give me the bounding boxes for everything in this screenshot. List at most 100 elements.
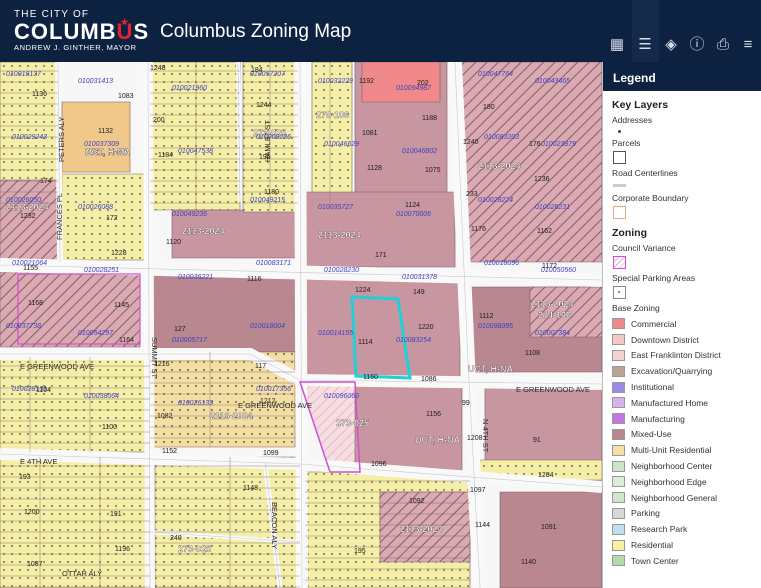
address-number-label: 1180 bbox=[264, 189, 279, 196]
parcel-id-label: 010026088 bbox=[78, 204, 113, 211]
info-icon[interactable]: ⓘ bbox=[686, 36, 708, 54]
address-number-label: 1204 bbox=[538, 472, 554, 479]
map-canvas[interactable]: PETERS ALYFRANCES PLHAMLET STSUMMIT STE … bbox=[0, 62, 602, 588]
layers-icon[interactable]: ◈ bbox=[660, 36, 682, 54]
zone-label: East Franklinton District bbox=[631, 350, 721, 361]
address-number-label: 1128 bbox=[367, 165, 382, 172]
address-number-label: 1112 bbox=[479, 313, 494, 320]
parcel-id-label: 010014155 bbox=[318, 330, 353, 337]
address-number-label: 1120 bbox=[166, 239, 181, 246]
address-number-label: 176 bbox=[529, 141, 541, 148]
address-number-label: 1097 bbox=[470, 487, 486, 494]
base-zoning-item[interactable]: Multi-Unit Residential bbox=[612, 442, 761, 458]
address-number-label: 1176 bbox=[471, 226, 486, 233]
base-zoning-item[interactable]: Manufactured Home bbox=[612, 395, 761, 411]
key-layer-label: Corporate Boundary bbox=[612, 193, 689, 203]
base-zoning-item[interactable]: Neighborhood General bbox=[612, 490, 761, 506]
parcel-id-label: 010007384 bbox=[535, 330, 570, 337]
legend-panel: Legend Key Layers Addresses Parcels Road C… bbox=[602, 62, 761, 588]
street-label: OTTAR ALY bbox=[62, 569, 102, 578]
zone-label: 2113-2024 bbox=[531, 299, 574, 309]
address-number-label: 1086 bbox=[421, 376, 437, 383]
address-number-label: 1220 bbox=[418, 324, 434, 331]
base-zoning-item[interactable]: Residential bbox=[612, 537, 761, 553]
parcel-id-label: 010054297 bbox=[78, 330, 114, 337]
base-zoning-item[interactable]: Mixed-Use bbox=[612, 427, 761, 443]
parcel-id-label: 010018137 bbox=[6, 71, 42, 78]
base-zoning-item[interactable]: Downtown District bbox=[612, 332, 761, 348]
council-symbol bbox=[613, 256, 626, 269]
zone-label: Parking bbox=[631, 508, 660, 519]
zone-label: Research Park bbox=[631, 524, 688, 535]
address-number-label: 1244 bbox=[256, 102, 272, 109]
base-zoning-item[interactable]: Parking bbox=[612, 506, 761, 522]
zoning-map[interactable]: PETERS ALY FRANCES PL HAMLET ST SUMMIT ST E … bbox=[0, 62, 602, 588]
logo-star-icon: ★ bbox=[120, 17, 130, 27]
parcel-id-label: 010028231 bbox=[535, 204, 570, 211]
parcel-id-label: 010028230 bbox=[324, 267, 359, 274]
base-zoning-item[interactable]: East Franklinton District bbox=[612, 348, 761, 364]
parcel-id-label: 010009236 bbox=[256, 134, 291, 141]
base-zoning-item[interactable]: Neighborhood Edge bbox=[612, 474, 761, 490]
zone-label: Multi-Unit Residential bbox=[631, 445, 712, 456]
zoning-block bbox=[354, 383, 463, 473]
zone-label: Town Center bbox=[631, 555, 679, 566]
parcel-id-label: 010038064 bbox=[84, 393, 119, 400]
zone-swatch bbox=[612, 492, 625, 504]
legend-title: Legend bbox=[603, 62, 761, 91]
base-zoning-item[interactable]: Institutional bbox=[612, 379, 761, 395]
zone-swatch bbox=[612, 428, 625, 440]
street-label: SUMMIT ST bbox=[150, 337, 159, 379]
address-number-label: 1172 bbox=[542, 263, 557, 270]
parcel-id-label: 010049215 bbox=[250, 197, 285, 204]
app-header: THE CITY OF COLUMBU ★ S ANDREW J. GINTHER,… bbox=[0, 0, 761, 62]
base-zoning-item[interactable]: Research Park bbox=[612, 521, 761, 537]
zoning-block bbox=[0, 271, 141, 348]
parcel-id-label: 010070006 bbox=[396, 211, 431, 218]
zone-label: Downtown District bbox=[631, 334, 700, 345]
base-zoning-item[interactable]: Town Center bbox=[612, 553, 761, 569]
base-zoning-item[interactable]: Manufacturing bbox=[612, 411, 761, 427]
base-zoning-item[interactable]: Neighborhood Center bbox=[612, 458, 761, 474]
address-number-label: 1184 bbox=[158, 152, 173, 159]
parcel-id-label: 010031413 bbox=[78, 78, 113, 85]
parcel-id-label: 010037738 bbox=[6, 323, 41, 330]
zone-label: 274-106 bbox=[538, 310, 571, 320]
address-number-label: 202 bbox=[417, 80, 429, 87]
parcel-id-label: 010031378 bbox=[402, 274, 437, 281]
zone-label: 2113-2024 bbox=[318, 230, 361, 240]
basemap-gallery-icon[interactable]: ▦ bbox=[606, 36, 628, 54]
address-number-label: 240 bbox=[170, 535, 182, 542]
parcel-id-label: 010018004 bbox=[250, 323, 285, 330]
address-number-label: 184 bbox=[251, 67, 263, 74]
address-number-label: 195 bbox=[354, 548, 366, 555]
parcel-id-label: 010005717 bbox=[172, 337, 208, 344]
address-number-label: 1083 bbox=[118, 93, 134, 100]
parcel-id-label: 010047538 bbox=[178, 148, 213, 155]
parcel-id-label: 010026133 bbox=[178, 400, 213, 407]
address-number-label: 200 bbox=[153, 117, 165, 124]
address-number-label: 1164 bbox=[119, 337, 134, 344]
address-number-label: 1196 bbox=[115, 546, 130, 553]
parcel-id-label: 010046629 bbox=[324, 141, 359, 148]
base-zoning-item[interactable]: Commercial bbox=[612, 316, 761, 332]
app-title: Columbus Zoning Map bbox=[160, 21, 352, 42]
address-number-label: 180 bbox=[483, 104, 495, 111]
zoning-layer-label: Special Parking Areas bbox=[612, 273, 696, 283]
address-number-label: 1100 bbox=[102, 424, 117, 431]
parcel-id-label: 010049236 bbox=[172, 211, 207, 218]
print-icon[interactable]: ⎙ bbox=[712, 36, 734, 54]
menu-icon[interactable]: ≡ bbox=[737, 36, 759, 54]
address-number-label: 1148 bbox=[243, 485, 258, 492]
legend-list-icon[interactable]: ☰ bbox=[634, 36, 656, 54]
base-zoning-item[interactable]: Excavation/Quarrying bbox=[612, 363, 761, 379]
city-logo[interactable]: THE CITY OF COLUMBU ★ S ANDREW J. GINTHER,… bbox=[14, 9, 149, 52]
address-number-label: 1208 bbox=[467, 435, 483, 442]
address-number-label: 1092 bbox=[409, 498, 425, 505]
parcel-id-label: 010026050 bbox=[6, 197, 41, 204]
logo-main-text: COLUMBU ★ S bbox=[14, 17, 149, 43]
parcel-id-label: 010098095 bbox=[478, 323, 513, 330]
legend-body[interactable]: Key Layers Addresses Parcels Road Centerli… bbox=[603, 99, 761, 569]
zoning-block bbox=[61, 173, 149, 261]
corp-symbol bbox=[613, 206, 626, 219]
